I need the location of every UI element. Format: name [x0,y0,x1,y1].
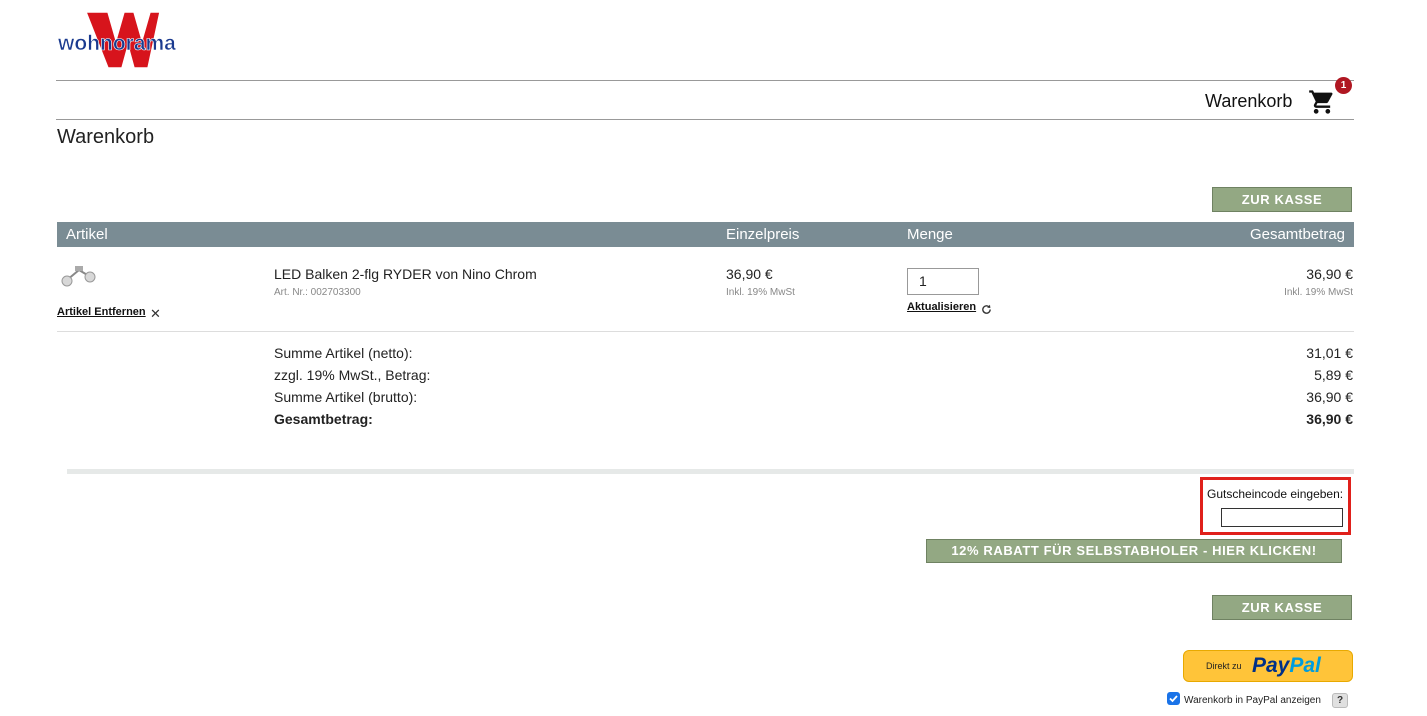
cart-table-header: Artikel Einzelpreis Menge Gesamtbetrag [57,222,1354,247]
paypal-prefix: Direkt zu [1206,661,1242,671]
product-name[interactable]: LED Balken 2-flg RYDER von Nino Chrom [274,266,537,282]
unit-price-tax-note: Inkl. 19% MwSt [726,287,795,298]
header-menge: Menge [907,226,953,243]
coupon-code-input[interactable] [1221,508,1343,527]
help-icon[interactable]: ? [1332,693,1348,708]
refresh-icon[interactable] [981,302,992,314]
header-gesamtbetrag: Gesamtbetrag [1249,226,1345,243]
summary-net-label: Summe Artikel (netto): [274,345,413,361]
checkout-button-bottom[interactable]: ZUR KASSE [1212,595,1352,620]
cart-count-badge: 1 [1335,77,1352,94]
page-title: Warenkorb [57,126,155,148]
logo-text: wohnorama [57,32,176,55]
header-cart-label[interactable]: Warenkorb [1205,91,1292,112]
product-thumbnail[interactable] [59,262,99,288]
paypal-logo: PayPal [1252,654,1321,677]
update-quantity-link[interactable]: Aktualisieren [907,301,976,313]
paypal-express-button[interactable]: Direkt zu PayPal [1183,650,1353,682]
paypal-show-cart-label[interactable]: Warenkorb in PayPal anzeigen [1184,695,1321,706]
header-einzelpreis: Einzelpreis [726,226,800,243]
checkout-button-top[interactable]: ZUR KASSE [1212,187,1352,212]
header-divider-top [56,80,1354,81]
grand-total-label: Gesamtbetrag: [274,411,373,427]
pickup-discount-button[interactable]: 12% RABATT FÜR SELBSTABHOLER - HIER KLIC… [926,539,1342,563]
row-divider [57,331,1354,332]
summary-gross-value: 36,90 € [1306,389,1353,405]
summary-vat-value: 5,89 € [1314,367,1353,383]
header-divider-bottom [56,119,1354,120]
unit-price: 36,90 € [726,266,773,282]
summary-gross-label: Summe Artikel (brutto): [274,389,418,405]
line-total-tax-note: Inkl. 19% MwSt [1284,287,1353,298]
site-logo[interactable]: wohnorama [56,10,188,70]
quantity-input[interactable]: 1 [907,268,979,295]
remove-item-link[interactable]: Artikel Entfernen [57,306,146,318]
close-icon[interactable]: ✕ [150,306,161,322]
line-total: 36,90 € [1306,266,1353,282]
summary-vat-label: zzgl. 19% MwSt., Betrag: [274,367,431,383]
summary-net-value: 31,01 € [1306,345,1353,361]
grand-total-value: 36,90 € [1306,411,1353,427]
shopping-cart-icon[interactable] [1308,88,1336,116]
paypal-show-cart-checkbox[interactable] [1167,692,1180,705]
header-artikel: Artikel [66,226,108,243]
product-article-number: Art. Nr.: 002703300 [274,287,361,298]
section-separator [67,469,1354,474]
coupon-label: Gutscheincode eingeben: [1207,487,1344,501]
